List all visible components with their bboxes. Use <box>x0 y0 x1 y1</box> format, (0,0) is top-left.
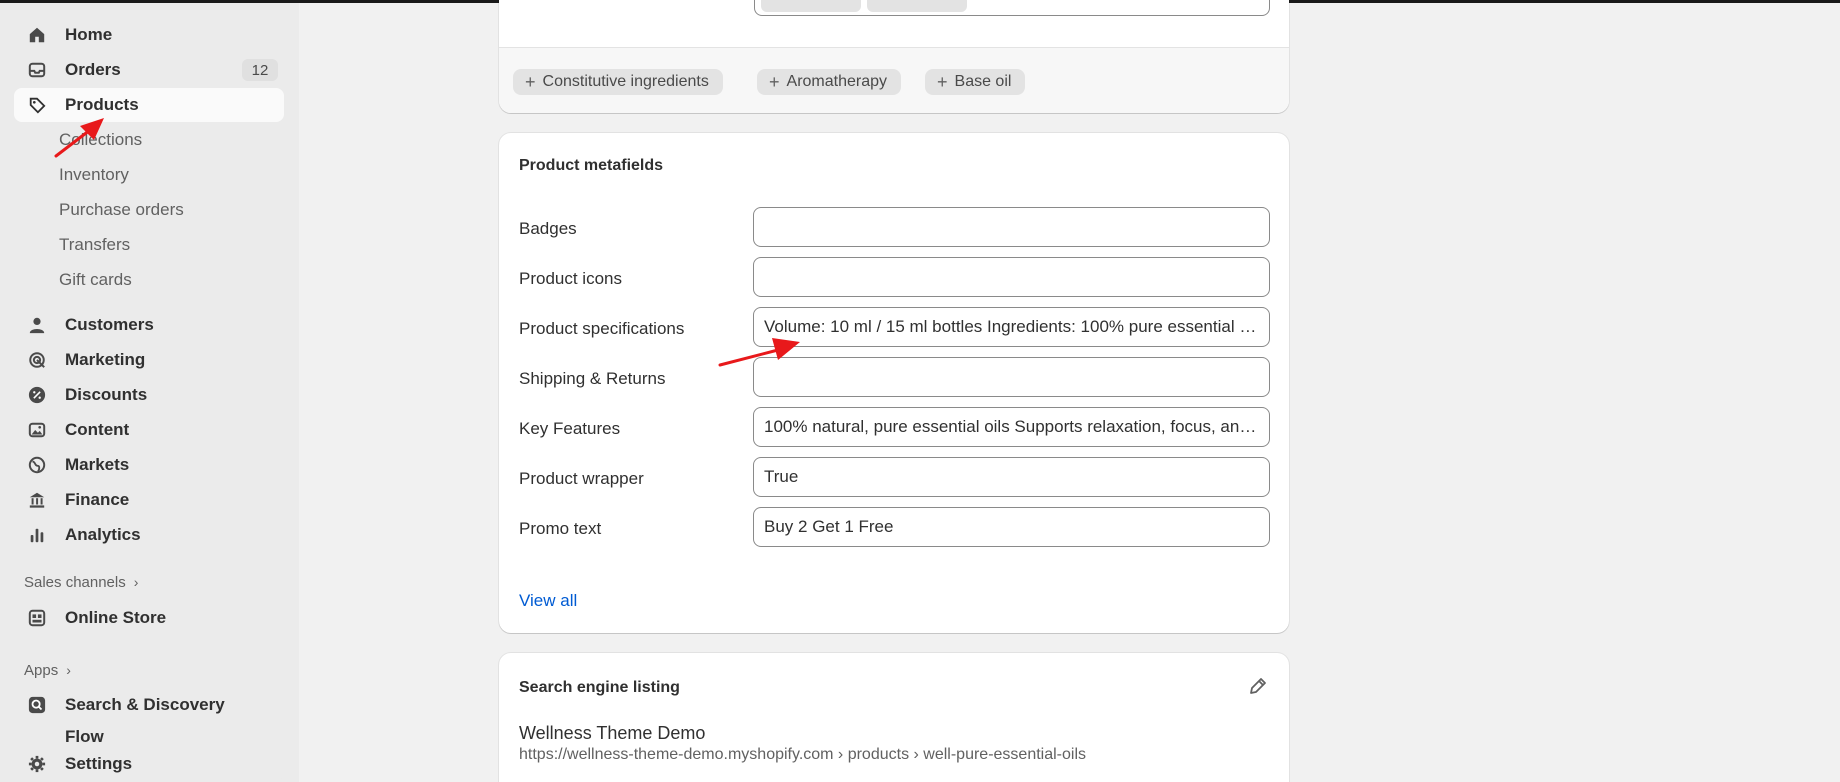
metafield-input-product-wrapper[interactable]: True <box>753 457 1270 497</box>
flow-icon <box>27 727 47 747</box>
tag-chip <box>867 0 967 12</box>
inbox-icon <box>27 60 47 80</box>
annotation-arrow-icon <box>54 118 104 158</box>
image-icon <box>27 420 47 440</box>
globe-icon <box>27 455 47 475</box>
nav-flow[interactable]: Flow <box>14 723 284 747</box>
nav-home-label: Home <box>65 25 113 44</box>
metafield-input-product-icons[interactable] <box>753 257 1270 297</box>
metafield-input-promo-text[interactable]: Buy 2 Get 1 Free <box>753 507 1270 547</box>
search-engine-listing-card: Search engine listing Wellness Theme Dem… <box>499 653 1289 782</box>
nav-purchase-orders[interactable]: Purchase orders <box>59 195 184 225</box>
apps-label: Apps <box>24 661 59 679</box>
metafield-label-promo-text: Promo text <box>519 519 602 538</box>
chip-label: Aromatherapy <box>786 73 888 90</box>
tag-chip <box>761 0 861 12</box>
card-title: Search engine listing <box>519 679 680 696</box>
product-metafields-card: Product metafields Badges Product icons … <box>499 133 1289 633</box>
nav-online-store-label: Online Store <box>65 608 167 627</box>
orders-count-badge: 12 <box>242 59 278 81</box>
seo-page-title: Wellness Theme Demo <box>519 723 706 743</box>
tag-icon <box>27 95 47 115</box>
chip-label: Constitutive ingredients <box>542 73 709 90</box>
person-icon <box>27 315 47 335</box>
nav-settings-label: Settings <box>65 754 133 773</box>
chevron-right-icon: › <box>66 662 71 678</box>
nav-markets[interactable]: Markets <box>14 448 284 482</box>
metafield-label-product-icons: Product icons <box>519 269 622 288</box>
sales-channels-label: Sales channels <box>24 573 126 591</box>
nav-markets-label: Markets <box>65 455 130 474</box>
metafield-input-key-features[interactable]: 100% natural, pure essential oils Suppor… <box>753 407 1270 447</box>
nav-search-discovery[interactable]: Search & Discovery <box>14 688 284 722</box>
nav-flow-label: Flow <box>65 727 104 746</box>
chip-label: Base oil <box>954 73 1012 90</box>
bar-chart-icon <box>27 525 47 545</box>
apps-section[interactable]: Apps › <box>24 658 71 682</box>
nav-marketing[interactable]: Marketing <box>14 343 284 377</box>
metafield-value: Volume: 10 ml / 15 ml bottles Ingredient… <box>764 317 1259 336</box>
sales-channels-section[interactable]: Sales channels › <box>24 570 138 594</box>
category-card: + Constitutive ingredients + Aromatherap… <box>499 0 1289 113</box>
nav-analytics[interactable]: Analytics <box>14 518 284 552</box>
nav-online-store[interactable]: Online Store <box>14 601 284 635</box>
chevron-right-icon: › <box>133 574 139 590</box>
suggestion-chip-aromatherapy[interactable]: + Aromatherapy <box>757 69 902 95</box>
plus-icon: + <box>769 72 780 92</box>
tags-input[interactable] <box>754 0 1270 16</box>
suggestion-chip-base-oil[interactable]: + Base oil <box>925 69 1026 95</box>
nav-finance-label: Finance <box>65 490 130 509</box>
plus-icon: + <box>525 72 536 92</box>
nav-marketing-label: Marketing <box>65 350 146 369</box>
view-all-link[interactable]: View all <box>519 591 577 611</box>
nav-analytics-label: Analytics <box>65 525 141 544</box>
nav-settings[interactable]: Settings <box>14 747 284 781</box>
store-icon <box>27 608 47 628</box>
main-content: + Constitutive ingredients + Aromatherap… <box>299 0 1840 782</box>
discount-icon <box>27 385 47 405</box>
seo-url: https://wellness-theme-demo.myshopify.co… <box>519 746 1087 763</box>
sidebar: Home Orders 12 Products Collections Inve… <box>0 3 299 782</box>
nav-discounts-label: Discounts <box>65 385 148 404</box>
nav-content-label: Content <box>65 420 130 439</box>
metafield-input-product-specifications[interactable]: Volume: 10 ml / 15 ml bottles Ingredient… <box>753 307 1270 347</box>
nav-orders[interactable]: Orders 12 <box>14 53 284 87</box>
suggestion-chip-constitutive-ingredients[interactable]: + Constitutive ingredients <box>513 69 723 95</box>
metafield-label-product-specifications: Product specifications <box>519 319 685 338</box>
metafield-value: 100% natural, pure essential oils Suppor… <box>764 417 1259 436</box>
metafield-label-badges: Badges <box>519 219 577 238</box>
nav-orders-label: Orders <box>65 60 121 79</box>
metafield-value: True <box>764 467 799 486</box>
metafield-input-badges[interactable] <box>753 207 1270 247</box>
search-app-icon <box>27 695 47 715</box>
nav-customers-label: Customers <box>65 315 154 334</box>
nav-discounts[interactable]: Discounts <box>14 378 284 412</box>
metafield-input-shipping-returns[interactable] <box>753 357 1270 397</box>
home-icon <box>27 25 47 45</box>
nav-customers[interactable]: Customers <box>14 308 284 342</box>
bank-icon <box>27 490 47 510</box>
nav-search-discovery-label: Search & Discovery <box>65 695 225 714</box>
nav-gift-cards[interactable]: Gift cards <box>59 265 132 295</box>
nav-transfers[interactable]: Transfers <box>59 230 130 260</box>
annotation-arrow-icon <box>718 338 800 367</box>
metafield-label-key-features: Key Features <box>519 419 621 438</box>
nav-content[interactable]: Content <box>14 413 284 447</box>
nav-home[interactable]: Home <box>14 18 284 52</box>
pencil-icon[interactable] <box>1247 675 1269 697</box>
metafield-label-product-wrapper: Product wrapper <box>519 469 644 488</box>
metafield-label-shipping-returns: Shipping & Returns <box>519 369 666 388</box>
gear-icon <box>27 754 47 774</box>
plus-icon: + <box>937 72 948 92</box>
target-icon <box>27 350 47 370</box>
nav-inventory[interactable]: Inventory <box>59 160 129 190</box>
nav-finance[interactable]: Finance <box>14 483 284 517</box>
metafield-value: Buy 2 Get 1 Free <box>764 517 894 536</box>
card-title: Product metafields <box>519 157 664 174</box>
